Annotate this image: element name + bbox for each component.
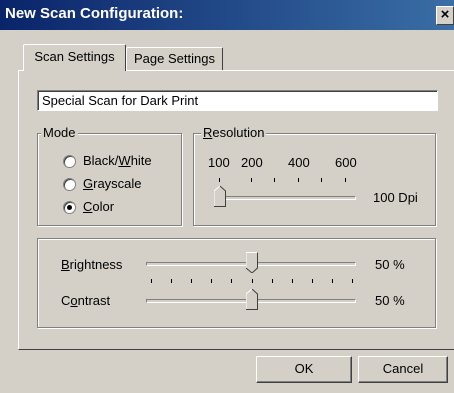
mode-group-label: Mode [41, 125, 78, 140]
brightness-label: Brightness [61, 257, 123, 272]
mode-option-label: Color [83, 199, 115, 214]
resolution-scale-label-200: 200 [241, 155, 263, 170]
resolution-tick [274, 178, 275, 182]
brightness-slider-thumb[interactable] [246, 252, 258, 273]
resolution-scale-label-600: 600 [335, 155, 357, 170]
resolution-group-label: Resolution [201, 125, 267, 140]
brightness-value: 50 % [375, 257, 405, 272]
resolution-tick [298, 178, 299, 182]
adjustment-tick [292, 279, 293, 283]
adjustment-tick [151, 279, 152, 283]
contrast-slider-thumb[interactable] [246, 289, 258, 310]
tab-scan-settings[interactable]: Scan Settings [23, 44, 126, 71]
resolution-slider-thumb[interactable] [214, 186, 226, 207]
adjustment-tick [332, 279, 333, 283]
adjustment-tick [272, 279, 273, 283]
close-button[interactable]: × [436, 6, 454, 25]
radio-button-icon[interactable] [63, 178, 76, 191]
contrast-value: 50 % [375, 293, 405, 308]
resolution-value: 100 Dpi [373, 190, 418, 205]
resolution-slider-track[interactable] [214, 196, 356, 200]
dialog-window: New Scan Configuration: × Scan Settings … [0, 0, 454, 393]
adjustment-tick [171, 279, 172, 283]
title-bar[interactable]: New Scan Configuration: × [0, 0, 454, 30]
tab-page-settings[interactable]: Page Settings [126, 47, 223, 71]
radio-button-icon[interactable] [63, 201, 76, 214]
resolution-tick [321, 178, 322, 182]
close-icon: × [440, 6, 450, 23]
adjustment-tick [352, 279, 353, 283]
configuration-name-input[interactable] [37, 90, 438, 111]
adjustment-tick [252, 279, 253, 283]
adjustments-group [37, 238, 436, 328]
resolution-scale-label-100: 100 [208, 155, 230, 170]
adjustment-tick [231, 279, 232, 283]
adjustment-tick [191, 279, 192, 283]
contrast-label: Contrast [61, 293, 111, 308]
radio-button-icon[interactable] [63, 155, 76, 168]
adjustment-tick [211, 279, 212, 283]
resolution-tick [219, 178, 220, 182]
window-title: New Scan Configuration: [5, 5, 184, 22]
cancel-button[interactable]: Cancel [358, 356, 448, 383]
mode-option-label: Grayscale [83, 176, 142, 191]
ok-button[interactable]: OK [256, 356, 352, 383]
resolution-group [193, 133, 436, 226]
resolution-tick [345, 178, 346, 182]
mode-option-label: Black/White [83, 153, 152, 168]
radio-selected-dot [67, 205, 72, 210]
adjustment-tick [312, 279, 313, 283]
resolution-scale-label-400: 400 [288, 155, 310, 170]
resolution-tick [251, 178, 252, 182]
